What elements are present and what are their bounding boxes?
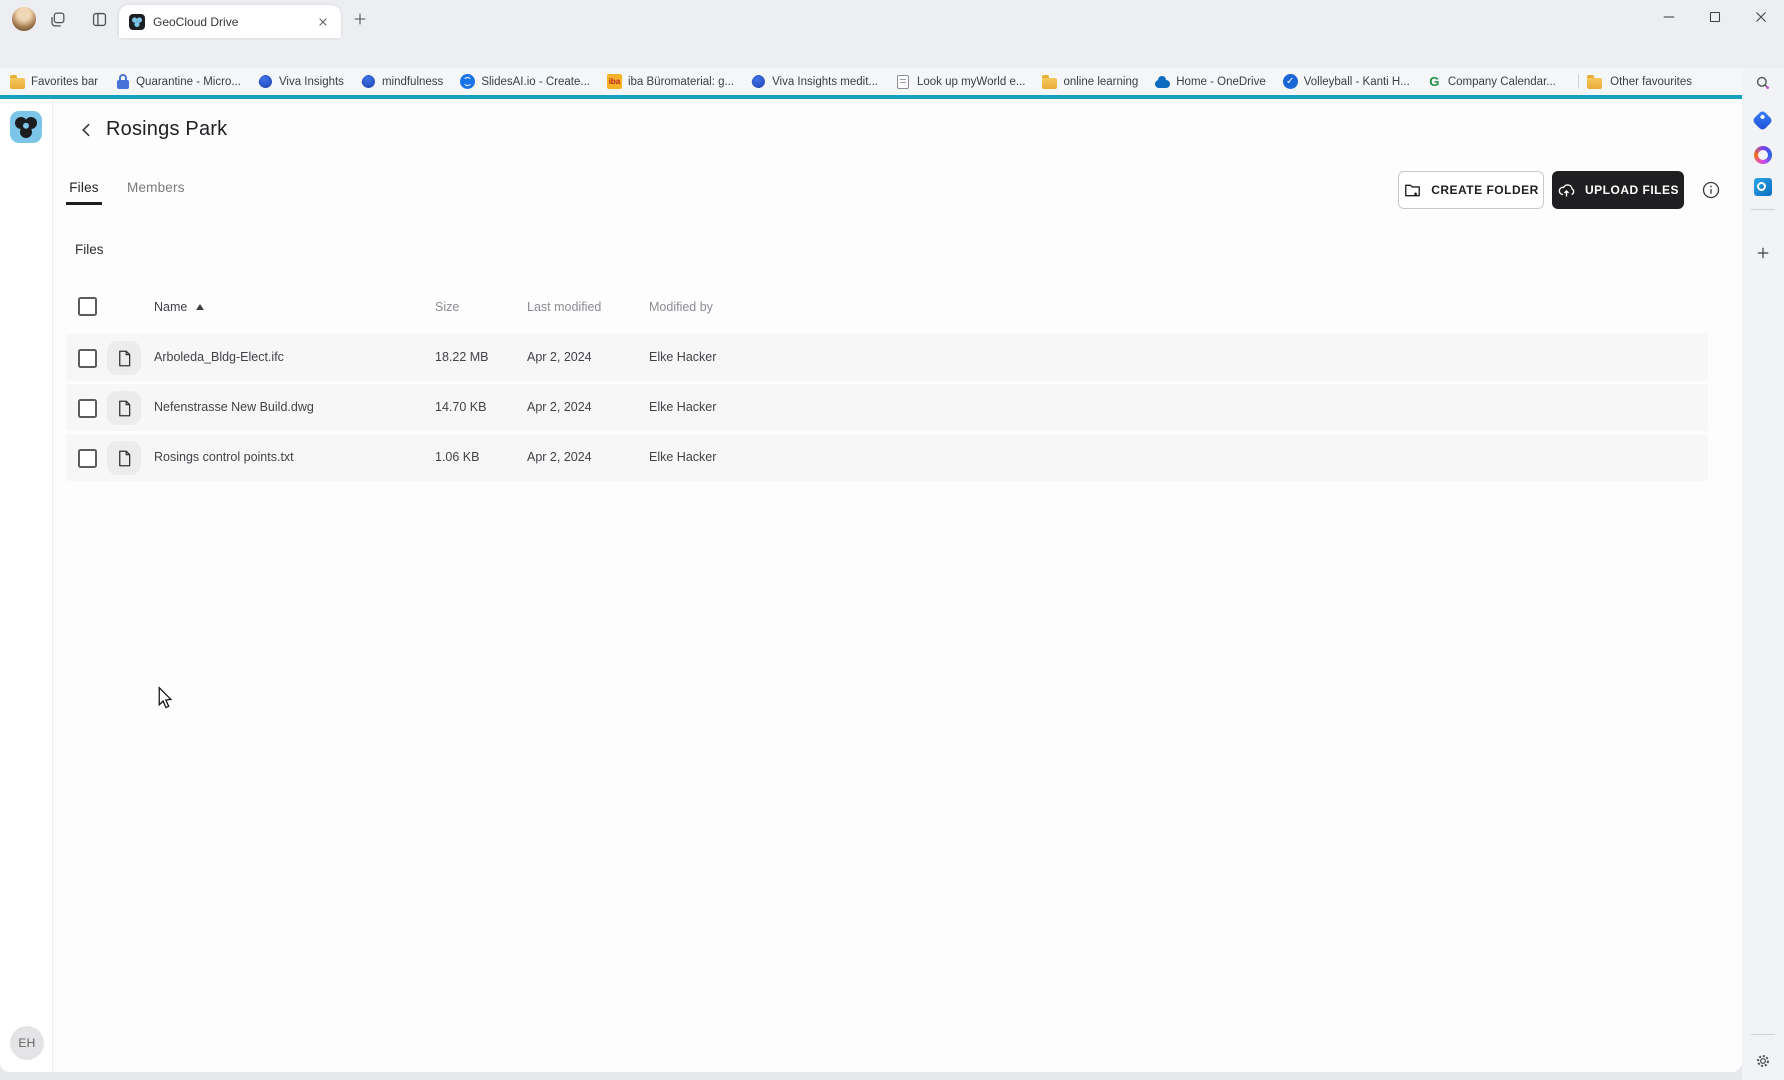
file-modified-by: Elke Hacker	[649, 400, 716, 414]
minimize-button[interactable]	[1646, 0, 1692, 34]
check-icon	[1283, 74, 1298, 89]
upload-files-button[interactable]: UPLOAD FILES	[1552, 171, 1684, 209]
favorite-item[interactable]: SlidesAI.io - Create...	[460, 74, 590, 89]
folder-icon	[1587, 78, 1602, 89]
column-header-modified-by[interactable]: Modified by	[649, 300, 713, 314]
favorite-item[interactable]: Viva Insights	[258, 74, 344, 89]
favorite-item[interactable]: Volleyball - Kanti H...	[1283, 74, 1410, 89]
favorite-item[interactable]: G Company Calendar...	[1427, 74, 1556, 89]
favorite-item[interactable]: Home - OneDrive	[1155, 75, 1265, 88]
table-row[interactable]: Rosings control points.txt 1.06 KB Apr 2…	[66, 434, 1708, 481]
table-header: Name Size Last modified Modified by	[66, 295, 1708, 321]
file-modified-by: Elke Hacker	[649, 350, 716, 364]
folder-icon	[1042, 78, 1057, 89]
file-icon	[107, 391, 141, 425]
tab-bar: GeoCloud Drive	[0, 0, 1784, 38]
cloud-icon	[1155, 80, 1170, 88]
tab-close-icon[interactable]	[315, 14, 331, 30]
geocloud-logo[interactable]	[10, 111, 42, 143]
favorite-item[interactable]: iba iba Büromaterial: g...	[607, 74, 734, 89]
page-icon	[897, 75, 909, 89]
row-checkbox[interactable]	[78, 399, 97, 418]
iba-icon: iba	[607, 74, 622, 89]
viva-icon	[750, 73, 767, 90]
table-row[interactable]: Nefenstrasse New Build.dwg 14.70 KB Apr …	[66, 384, 1708, 431]
geocloud-favicon	[129, 14, 145, 30]
favorite-item[interactable]: Viva Insights medit...	[751, 74, 878, 89]
viva-icon	[257, 73, 274, 90]
file-size: 14.70 KB	[435, 400, 486, 414]
table-row[interactable]: Arboleda_Bldg-Elect.ifc 18.22 MB Apr 2, …	[66, 334, 1708, 381]
file-icon	[107, 441, 141, 475]
favorite-item[interactable]: Favorites bar	[10, 75, 98, 89]
favorites-bar: Favorites bar Quarantine - Micro... Viva…	[0, 68, 1742, 95]
file-name: Rosings control points.txt	[154, 450, 294, 464]
viva-icon	[360, 73, 377, 90]
folder-icon	[10, 78, 25, 89]
avatar-initials: EH	[18, 1036, 35, 1050]
other-favourites[interactable]: Other favourites	[1578, 68, 1692, 95]
maximize-button[interactable]	[1692, 0, 1738, 34]
file-size: 1.06 KB	[435, 450, 479, 464]
file-last-modified: Apr 2, 2024	[527, 350, 592, 364]
row-checkbox[interactable]	[78, 349, 97, 368]
new-tab-icon[interactable]	[352, 11, 368, 27]
browser-tab[interactable]: GeoCloud Drive	[119, 5, 341, 38]
globe-icon	[460, 74, 475, 89]
cloud-upload-icon	[1557, 181, 1576, 200]
browser-chrome: GeoCloud Drive htt	[0, 0, 1784, 95]
geocloud-drive-page: EH Rosings Park Files Members CREATE FOL…	[0, 95, 1742, 1072]
file-last-modified: Apr 2, 2024	[527, 450, 592, 464]
page-title: Rosings Park	[106, 118, 227, 141]
file-icon	[107, 341, 141, 375]
app-sidebar: EH	[0, 99, 53, 1072]
tab-files[interactable]: Files	[66, 180, 102, 195]
column-header-last-modified[interactable]: Last modified	[527, 300, 601, 314]
favorite-item[interactable]: online learning	[1042, 75, 1138, 89]
tab-actions-icon[interactable]	[90, 10, 109, 29]
active-tab-underline	[66, 202, 102, 205]
file-size: 18.22 MB	[435, 350, 489, 364]
info-icon[interactable]	[1701, 180, 1721, 200]
tab-title: GeoCloud Drive	[153, 15, 315, 29]
close-button[interactable]	[1738, 0, 1784, 34]
window-controls	[1646, 0, 1784, 34]
workspaces-icon[interactable]	[48, 10, 67, 29]
search-icon[interactable]	[1754, 74, 1772, 92]
edge-sidebar-rail	[1742, 68, 1784, 1080]
file-modified-by: Elke Hacker	[649, 450, 716, 464]
microsoft-365-icon[interactable]	[1754, 146, 1772, 164]
section-title: Files	[75, 242, 104, 257]
browser-toolbar: https://drive.geocloud.hexagon.com/en/pr…	[0, 38, 1784, 68]
column-header-size[interactable]: Size	[435, 300, 459, 314]
create-folder-button[interactable]: CREATE FOLDER	[1398, 171, 1544, 209]
file-name: Nefenstrasse New Build.dwg	[154, 400, 314, 414]
outlook-icon[interactable]	[1754, 178, 1772, 196]
favorite-item[interactable]: Quarantine - Micro...	[115, 74, 241, 89]
add-sidebar-icon[interactable]	[1754, 244, 1772, 262]
file-last-modified: Apr 2, 2024	[527, 400, 592, 414]
sidebar-settings-gear-icon[interactable]	[1754, 1052, 1772, 1070]
column-header-name[interactable]: Name	[154, 300, 204, 314]
tab-members[interactable]: Members	[127, 180, 183, 195]
lock-icon	[115, 74, 130, 89]
browser-profile-avatar[interactable]	[12, 7, 36, 31]
favorite-item[interactable]: Look up myWorld e...	[895, 75, 1025, 89]
row-checkbox[interactable]	[78, 449, 97, 468]
file-table: Arboleda_Bldg-Elect.ifc 18.22 MB Apr 2, …	[66, 334, 1708, 484]
sort-asc-icon	[196, 304, 204, 310]
back-button[interactable]	[74, 117, 100, 143]
g-icon: G	[1427, 74, 1442, 89]
folder-plus-icon	[1403, 181, 1422, 200]
shopping-icon[interactable]	[1752, 110, 1773, 131]
file-name: Arboleda_Bldg-Elect.ifc	[154, 350, 284, 364]
select-all-checkbox[interactable]	[78, 297, 97, 316]
user-avatar[interactable]: EH	[10, 1026, 44, 1060]
favorite-item[interactable]: mindfulness	[361, 74, 443, 89]
